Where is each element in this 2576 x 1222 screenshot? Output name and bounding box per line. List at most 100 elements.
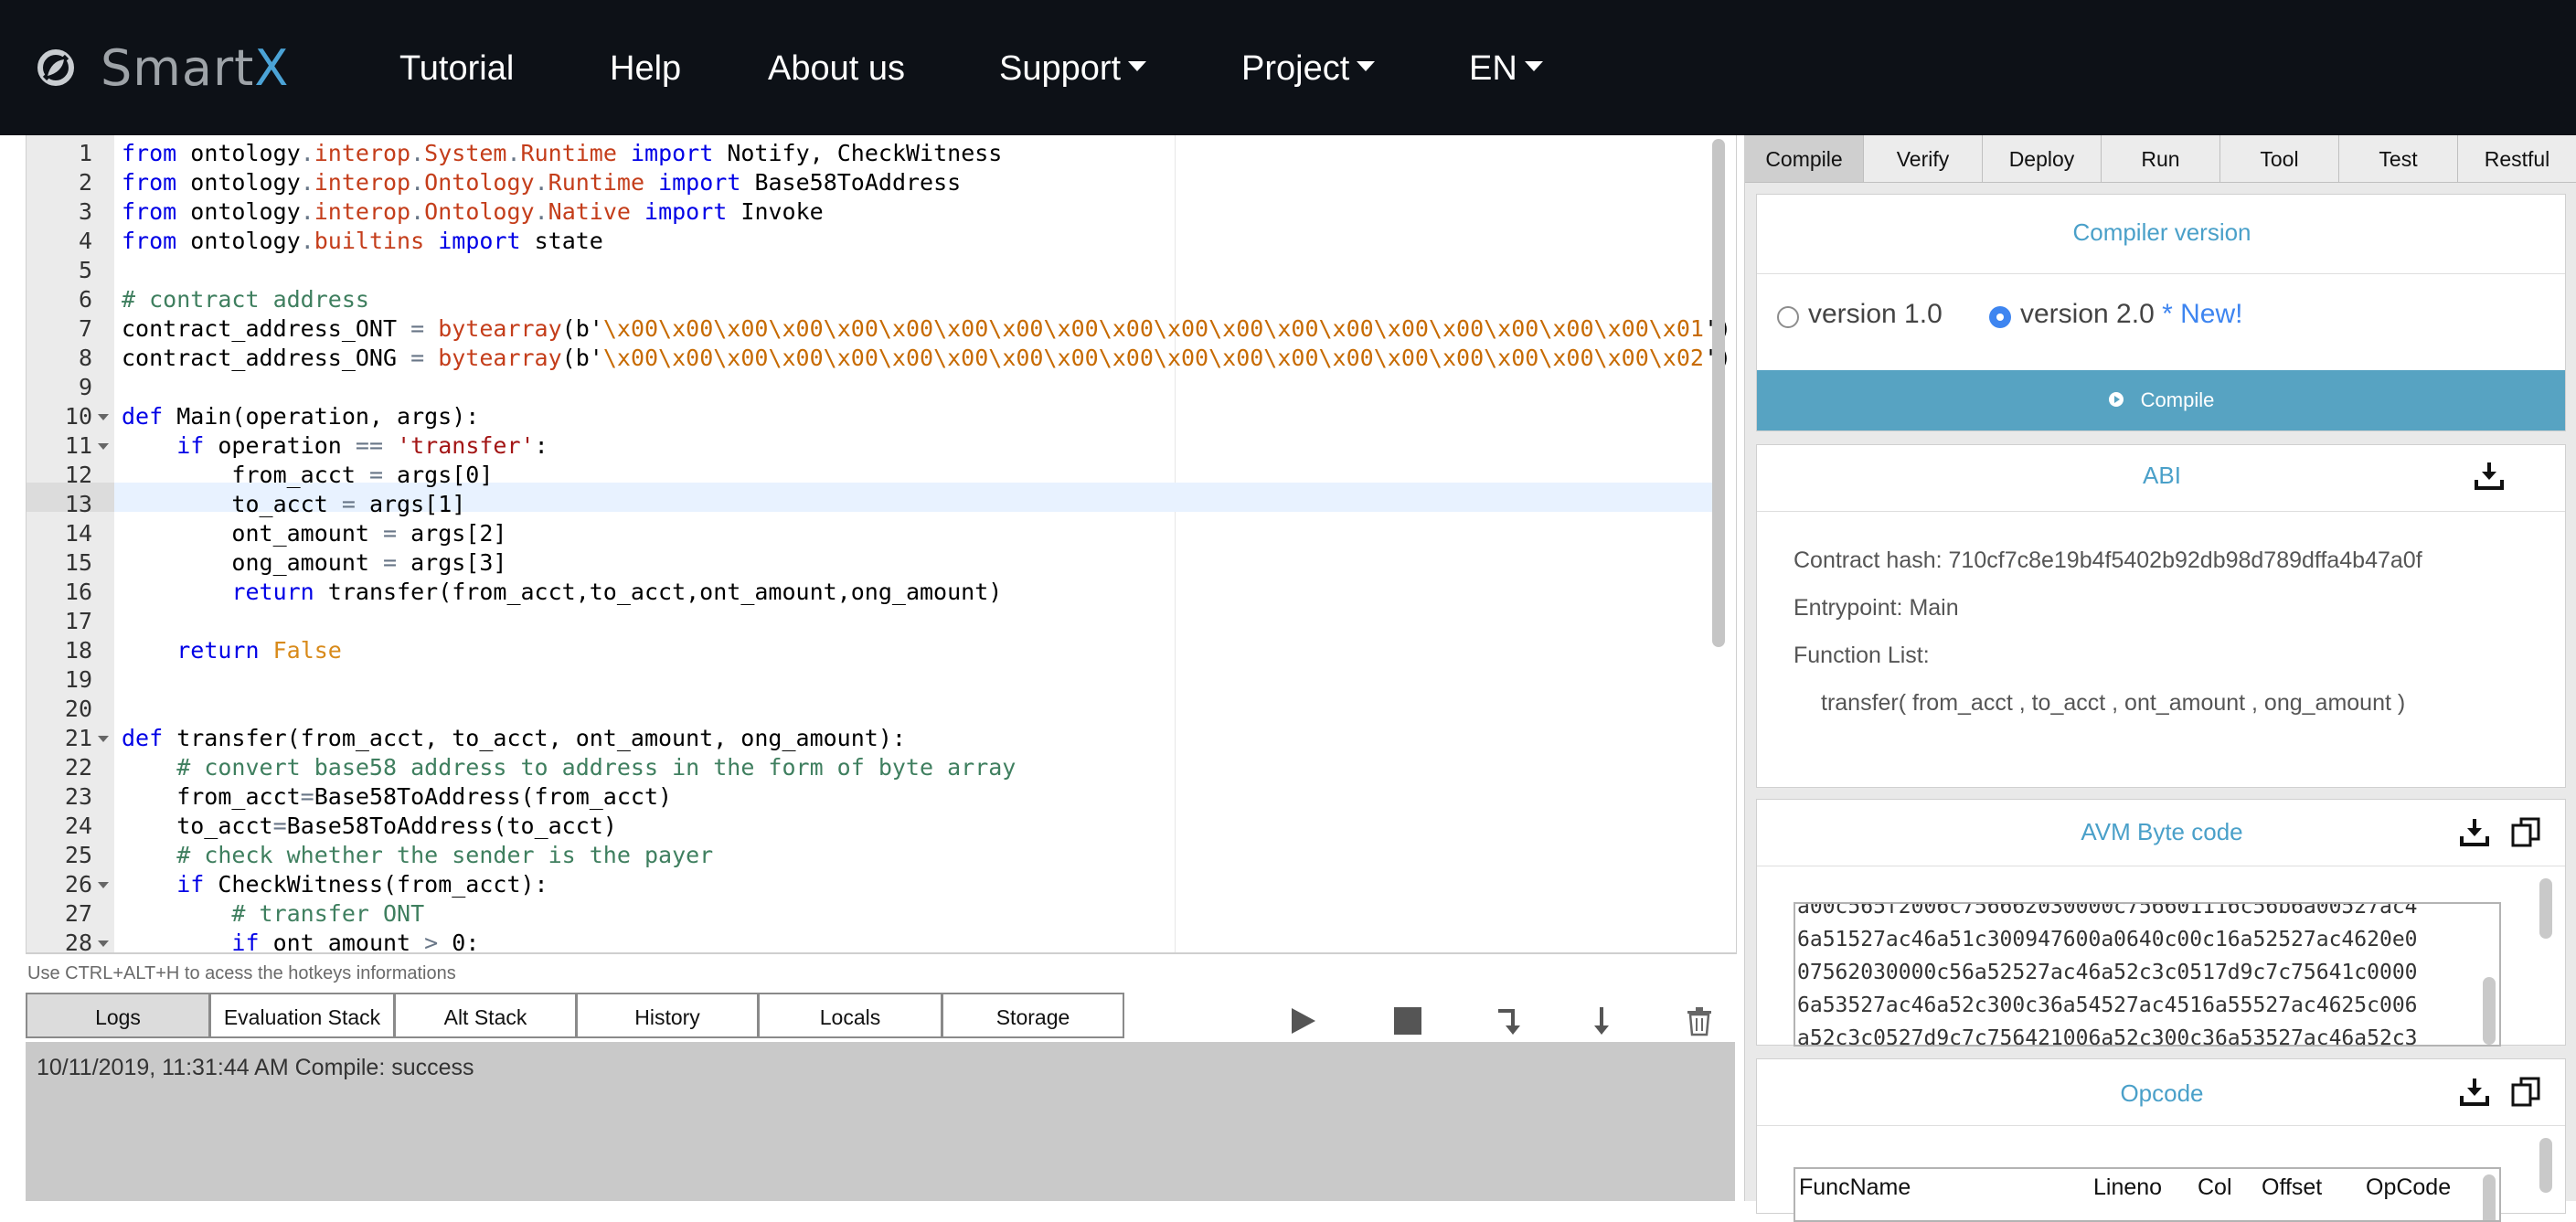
fold-toggle-icon[interactable] — [98, 940, 109, 947]
line-number: 25 — [27, 841, 92, 870]
version-2-label[interactable]: version 2.0 * New! — [2020, 299, 2242, 330]
code-text: # transfer ONT — [122, 899, 424, 929]
tab-logs[interactable]: Logs — [26, 993, 210, 1038]
version-1-radio[interactable] — [1777, 306, 1799, 328]
log-entry: 10/11/2019, 11:31:44 AM Compile: success — [37, 1055, 474, 1081]
bytecode-line: a52c3c0527d9c7c756421006a52c300c36a53527… — [1797, 1026, 2418, 1047]
brand-logo[interactable]: SmartX — [37, 0, 289, 135]
play-icon[interactable] — [1287, 1005, 1318, 1036]
version-1-label[interactable]: version 1.0 — [1808, 299, 1943, 330]
code-line[interactable]: 21def transfer(from_acct, to_acct, ont_a… — [27, 724, 1708, 753]
code-line[interactable]: 4from ontology.builtins import state — [27, 227, 1708, 256]
code-line[interactable]: 3from ontology.interop.Ontology.Native i… — [27, 197, 1708, 227]
fold-toggle-icon[interactable] — [98, 882, 109, 888]
code-line[interactable]: 12 from_acct = args[0] — [27, 461, 1708, 490]
code-line[interactable]: 2from ontology.interop.Ontology.Runtime … — [27, 168, 1708, 197]
trash-icon[interactable] — [1684, 1005, 1715, 1036]
compile-button[interactable]: Compile — [1757, 370, 2565, 430]
line-number: 12 — [27, 461, 92, 490]
chevron-down-icon — [1357, 61, 1375, 71]
code-line[interactable]: 7contract_address_ONT = bytearray(b'\x00… — [27, 314, 1708, 344]
tab-storage[interactable]: Storage — [942, 993, 1124, 1038]
stop-icon[interactable] — [1392, 1005, 1423, 1036]
tab-deploy[interactable]: Deploy — [1983, 135, 2102, 183]
nav-project-dropdown[interactable]: Project — [1241, 0, 1375, 135]
bytecode-scrollbar[interactable] — [2483, 977, 2496, 1045]
step-into-icon[interactable] — [1586, 1005, 1617, 1036]
nav-tutorial[interactable]: Tutorial — [399, 0, 514, 135]
nav-help[interactable]: Help — [610, 0, 681, 135]
nav-about-us[interactable]: About us — [768, 0, 905, 135]
download-icon[interactable] — [2474, 460, 2505, 491]
line-number: 28 — [27, 929, 92, 954]
line-number: 19 — [27, 665, 92, 695]
code-line[interactable]: 5 — [27, 256, 1708, 285]
bytecode-textarea[interactable]: a00c565f2006c756662030000c756601116c56b6… — [1794, 902, 2501, 1047]
download-icon[interactable] — [2459, 816, 2490, 847]
code-line[interactable]: 20 — [27, 695, 1708, 724]
line-number: 23 — [27, 782, 92, 812]
copy-icon[interactable] — [2510, 1076, 2541, 1107]
code-text: ong_amount = args[3] — [122, 548, 506, 578]
line-number: 15 — [27, 548, 92, 578]
tab-history[interactable]: History — [576, 993, 759, 1038]
opcode-scrollbar[interactable] — [2483, 1174, 2496, 1222]
code-text: from_acct = args[0] — [122, 461, 493, 490]
tab-verify[interactable]: Verify — [1864, 135, 1983, 183]
line-number: 10 — [27, 402, 92, 431]
code-text: def transfer(from_acct, to_acct, ont_amo… — [122, 724, 906, 753]
contract-hash: Contract hash: 710cf7c8e19b4f5402b92db98… — [1794, 547, 2422, 574]
tab-compile[interactable]: Compile — [1745, 135, 1864, 183]
code-line[interactable]: 6# contract address — [27, 285, 1708, 314]
download-icon[interactable] — [2459, 1076, 2490, 1107]
top-navbar: SmartX Tutorial Help About us Support Pr… — [0, 0, 2576, 135]
code-line[interactable]: 23 from_acct=Base58ToAddress(from_acct) — [27, 782, 1708, 812]
code-text: return False — [122, 636, 342, 665]
code-line[interactable]: 26 if CheckWitness(from_acct): — [27, 870, 1708, 899]
code-line[interactable]: 18 return False — [27, 636, 1708, 665]
code-line[interactable]: 19 — [27, 665, 1708, 695]
nav-language-dropdown[interactable]: EN — [1469, 0, 1543, 135]
tab-alt-stack[interactable]: Alt Stack — [394, 993, 577, 1038]
code-line[interactable]: 27 # transfer ONT — [27, 899, 1708, 929]
card-scrollbar[interactable] — [2539, 878, 2552, 939]
tab-restful[interactable]: Restful — [2458, 135, 2576, 183]
code-line[interactable]: 28 if ont_amount > 0: — [27, 929, 1708, 954]
log-output: 10/11/2019, 11:31:44 AM Compile: success — [26, 1042, 1735, 1201]
tab-tool[interactable]: Tool — [2220, 135, 2339, 183]
code-editor[interactable]: 1from ontology.interop.System.Runtime im… — [26, 135, 1737, 954]
tab-test[interactable]: Test — [2339, 135, 2458, 183]
opcode-table[interactable]: FuncName Lineno Col Offset OpCode — [1794, 1167, 2501, 1222]
nav-support-dropdown[interactable]: Support — [999, 0, 1146, 135]
code-line[interactable]: 17 — [27, 607, 1708, 636]
code-line[interactable]: 14 ont_amount = args[2] — [27, 519, 1708, 548]
line-number: 16 — [27, 578, 92, 607]
line-number: 20 — [27, 695, 92, 724]
code-line[interactable]: 11 if operation == 'transfer': — [27, 431, 1708, 461]
code-line[interactable]: 15 ong_amount = args[3] — [27, 548, 1708, 578]
fold-toggle-icon[interactable] — [98, 736, 109, 742]
abi-card: ABI Contract hash: 710cf7c8e19b4f5402b92… — [1756, 444, 2566, 788]
code-line[interactable]: 1from ontology.interop.System.Runtime im… — [27, 139, 1708, 168]
code-line[interactable]: 10def Main(operation, args): — [27, 402, 1708, 431]
code-line[interactable]: 25 # check whether the sender is the pay… — [27, 841, 1708, 870]
step-over-icon[interactable] — [1493, 1005, 1524, 1036]
code-text: ont_amount = args[2] — [122, 519, 506, 548]
brand-name: SmartX — [101, 39, 289, 97]
code-line[interactable]: 13 to_acct = args[1] — [27, 490, 1708, 519]
code-line[interactable]: 24 to_acct=Base58ToAddress(to_acct) — [27, 812, 1708, 841]
fold-toggle-icon[interactable] — [98, 443, 109, 450]
code-line[interactable]: 8contract_address_ONG = bytearray(b'\x00… — [27, 344, 1708, 373]
code-line[interactable]: 22 # convert base58 address to address i… — [27, 753, 1708, 782]
fold-toggle-icon[interactable] — [98, 414, 109, 420]
tab-evaluation-stack[interactable]: Evaluation Stack — [209, 993, 395, 1038]
line-number: 14 — [27, 519, 92, 548]
tab-locals[interactable]: Locals — [758, 993, 942, 1038]
tab-run[interactable]: Run — [2102, 135, 2220, 183]
code-line[interactable]: 9 — [27, 373, 1708, 402]
card-scrollbar[interactable] — [2539, 1138, 2552, 1193]
version-2-radio[interactable] — [1989, 306, 2011, 328]
code-line[interactable]: 16 return transfer(from_acct,to_acct,ont… — [27, 578, 1708, 607]
editor-scrollbar[interactable] — [1712, 139, 1725, 647]
copy-icon[interactable] — [2510, 816, 2541, 847]
